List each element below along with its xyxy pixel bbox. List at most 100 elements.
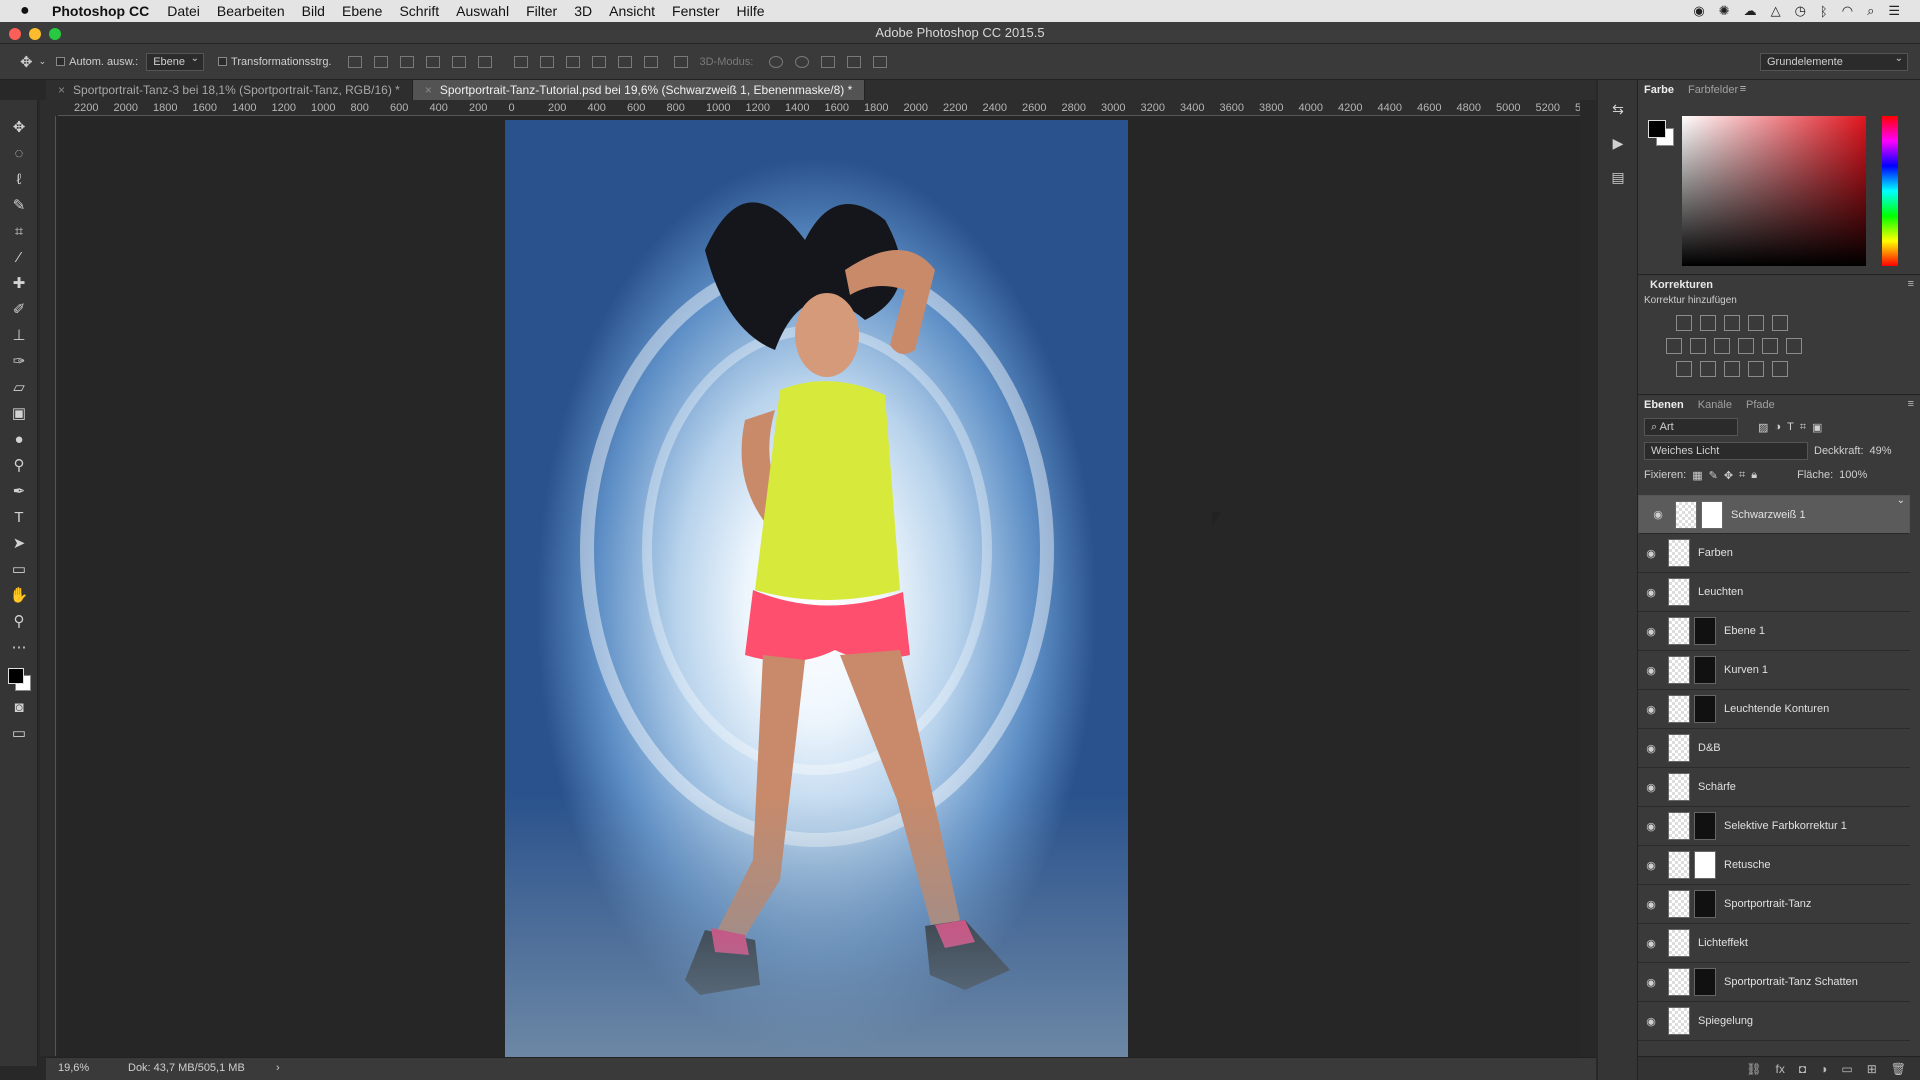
path-select-tool-icon[interactable]: ➤: [0, 530, 38, 556]
zoom-window-button[interactable]: [49, 28, 61, 40]
move-tool-icon[interactable]: ✥: [20, 53, 33, 71]
filter-pixel-icon[interactable]: ▨: [1758, 421, 1768, 434]
menu-app-name[interactable]: Photoshop CC: [52, 3, 149, 19]
document-image[interactable]: [505, 120, 1128, 1057]
visibility-eye-icon[interactable]: ◉: [1638, 586, 1664, 599]
menu-ebene[interactable]: Ebene: [342, 3, 382, 19]
layer-filter-dropdown[interactable]: ⌕ Art: [1644, 418, 1738, 436]
add-mask-icon[interactable]: ◘: [1799, 1062, 1806, 1076]
tool-preset-chevron-icon[interactable]: ⌄: [39, 56, 47, 67]
layer-row[interactable]: ◉ Selektive Farbkorrektur 1: [1638, 807, 1910, 846]
layer-row[interactable]: ◉ Spiegelung: [1638, 1002, 1910, 1041]
status-menu-arrow-icon[interactable]: ›: [276, 1058, 280, 1079]
layer-mask-thumbnail[interactable]: [1694, 812, 1716, 840]
layer-mask-thumbnail[interactable]: [1694, 968, 1716, 996]
notification-icon[interactable]: ☰: [1888, 3, 1900, 19]
marquee-tool-icon[interactable]: ◌: [0, 140, 38, 166]
color-balance-icon[interactable]: [1690, 338, 1706, 354]
3d-roll-icon[interactable]: [795, 55, 810, 68]
foreground-color-swatch[interactable]: [8, 668, 24, 684]
menu-3d[interactable]: 3D: [574, 3, 592, 19]
filter-shape-icon[interactable]: ⌗: [1800, 421, 1806, 434]
distribute-hcenter-icon[interactable]: [617, 55, 632, 68]
eraser-tool-icon[interactable]: ▱: [0, 374, 38, 400]
layer-row[interactable]: ◉ Sportportrait-Tanz: [1638, 885, 1910, 924]
layer-mask-thumbnail[interactable]: [1694, 890, 1716, 918]
tab-ebenen[interactable]: Ebenen: [1644, 399, 1684, 411]
pen-tool-icon[interactable]: ✒: [0, 478, 38, 504]
gradient-map-icon[interactable]: [1772, 361, 1788, 377]
3d-scale-icon[interactable]: [873, 55, 888, 68]
fill-value[interactable]: 100%: [1839, 469, 1867, 481]
new-layer-icon[interactable]: ⊞: [1867, 1062, 1877, 1076]
brightness-icon[interactable]: [1676, 315, 1692, 331]
align-top-icon[interactable]: [347, 55, 362, 68]
visibility-eye-icon[interactable]: ◉: [1638, 703, 1664, 716]
menu-hilfe[interactable]: Hilfe: [737, 3, 765, 19]
photo-filter-icon[interactable]: [1738, 338, 1754, 354]
vibrance-icon[interactable]: [1772, 315, 1788, 331]
eyedropper-tool-icon[interactable]: ⁄: [0, 244, 38, 270]
clone-stamp-tool-icon[interactable]: ⊥: [0, 322, 38, 348]
visibility-eye-icon[interactable]: ◉: [1638, 898, 1664, 911]
layer-row[interactable]: ◉ Sportportrait-Tanz Schatten: [1638, 963, 1910, 1002]
gradient-tool-icon[interactable]: ▣: [0, 400, 38, 426]
menu-schrift[interactable]: Schrift: [399, 3, 439, 19]
visibility-eye-icon[interactable]: ◉: [1638, 976, 1664, 989]
quick-select-tool-icon[interactable]: ✎: [0, 192, 38, 218]
blur-tool-icon[interactable]: ●: [0, 426, 38, 452]
layer-row[interactable]: ◉ Ebene 1: [1638, 612, 1910, 651]
filter-adjustment-icon[interactable]: ◑: [1774, 421, 1781, 433]
levels-icon[interactable]: [1700, 315, 1716, 331]
actions-play-icon[interactable]: ▶: [1598, 126, 1638, 160]
dodge-tool-icon[interactable]: ⚲: [0, 452, 38, 478]
creative-cloud-icon[interactable]: ☁: [1744, 3, 1757, 19]
layer-mask-thumbnail[interactable]: [1694, 656, 1716, 684]
3d-slide-icon[interactable]: [847, 55, 862, 68]
healing-brush-tool-icon[interactable]: ✚: [0, 270, 38, 296]
align-hcenter-icon[interactable]: [451, 55, 466, 68]
crop-tool-icon[interactable]: ⌗: [0, 218, 38, 244]
hand-tool-icon[interactable]: ✋: [0, 582, 38, 608]
workspace-dropdown[interactable]: Grundelemente: [1760, 53, 1908, 71]
distribute-bottom-icon[interactable]: [565, 55, 580, 68]
layer-row[interactable]: ◉ Leuchtende Konturen: [1638, 690, 1910, 729]
distribute-right-icon[interactable]: [643, 55, 658, 68]
link-layers-icon[interactable]: ⛓: [1746, 1062, 1761, 1076]
visibility-eye-icon[interactable]: ◉: [1638, 781, 1664, 794]
tab-document-2[interactable]: × Sportportrait-Tanz-Tutorial.psd bei 19,…: [412, 80, 866, 100]
more-tools-icon[interactable]: ⋯: [0, 634, 38, 660]
lock-transparent-icon[interactable]: ▦: [1692, 469, 1702, 482]
transform-controls-checkbox[interactable]: [218, 57, 228, 66]
lock-artboard-icon[interactable]: ⌗: [1739, 469, 1745, 482]
wifi-icon[interactable]: ◠: [1842, 3, 1853, 19]
lasso-tool-icon[interactable]: ℓ: [0, 166, 38, 192]
time-machine-icon[interactable]: ◷: [1795, 3, 1806, 19]
zoom-level[interactable]: 19,6%: [58, 1058, 89, 1079]
tab-document-1[interactable]: × Sportportrait-Tanz-3 bei 18,1% (Sportpo…: [46, 80, 413, 100]
visibility-eye-icon[interactable]: ◉: [1638, 859, 1664, 872]
layer-row[interactable]: ◉ Schwarzweiß 1: [1638, 495, 1910, 534]
apple-icon[interactable]: ●: [20, 2, 38, 20]
layer-mask-thumbnail[interactable]: [1694, 695, 1716, 723]
align-right-icon[interactable]: [477, 55, 492, 68]
record-icon[interactable]: ◉: [1693, 3, 1704, 19]
filter-type-icon[interactable]: T: [1787, 421, 1794, 433]
lock-position-icon[interactable]: ✥: [1724, 469, 1733, 482]
canvas-area[interactable]: [58, 117, 1580, 1057]
panel-menu-icon[interactable]: ≡: [1908, 398, 1914, 410]
lock-image-icon[interactable]: ✎: [1709, 469, 1718, 482]
visibility-eye-icon[interactable]: ◉: [1638, 664, 1664, 677]
color-lookup-icon[interactable]: [1786, 338, 1802, 354]
visibility-eye-icon[interactable]: ◉: [1638, 820, 1664, 833]
3d-pan-icon[interactable]: [821, 55, 836, 68]
exposure-icon[interactable]: [1748, 315, 1764, 331]
rectangle-tool-icon[interactable]: ▭: [0, 556, 38, 582]
properties-panel-icon[interactable]: ▤: [1598, 160, 1638, 194]
panel-menu-icon[interactable]: ≡: [1740, 83, 1746, 95]
distribute-left-icon[interactable]: [591, 55, 606, 68]
opacity-value[interactable]: 49%: [1870, 445, 1892, 457]
filter-smart-object-icon[interactable]: ▣: [1812, 421, 1822, 434]
distribute-vcenter-icon[interactable]: [539, 55, 554, 68]
new-group-icon[interactable]: ▭: [1841, 1062, 1852, 1076]
